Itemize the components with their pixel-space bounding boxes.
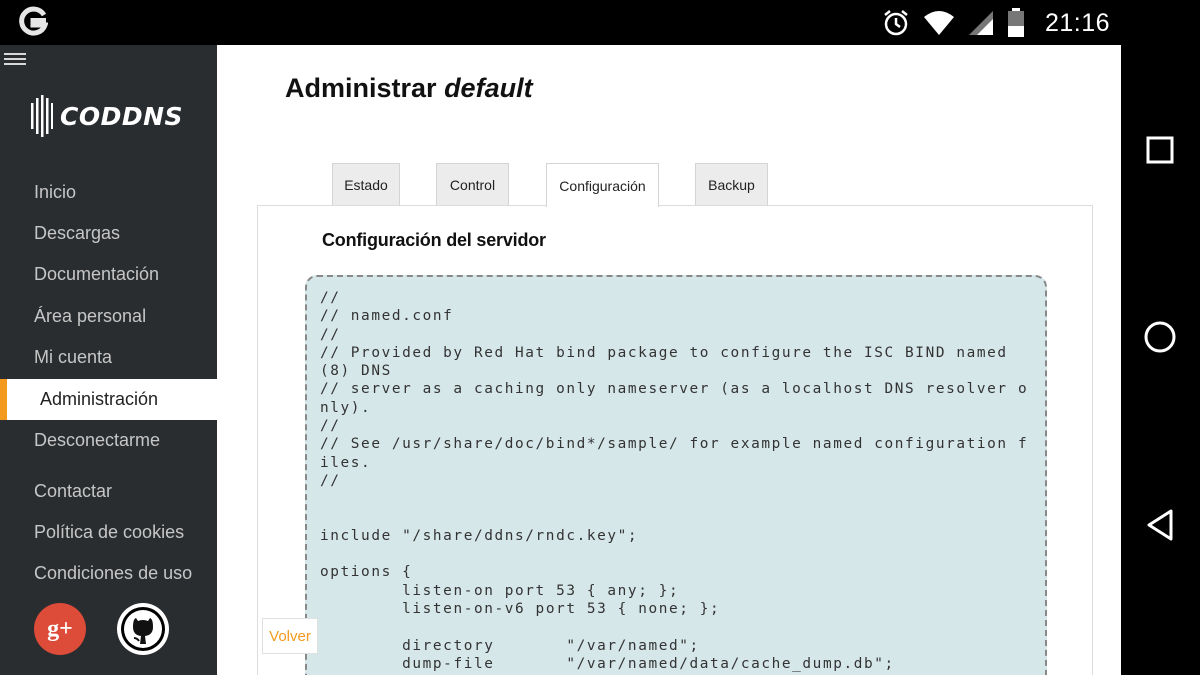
back-triangle-icon[interactable] (1140, 505, 1180, 545)
panel-title: Configuración del servidor (322, 230, 546, 250)
android-nav-bar (1120, 45, 1200, 675)
sidebar-item-administracion[interactable]: Administración (0, 379, 217, 420)
google-plus-icon[interactable]: g+ (34, 603, 86, 655)
page-title: Administrar default (285, 73, 533, 104)
alarm-icon (884, 10, 908, 36)
config-textarea[interactable]: // // named.conf // // Provided by Red H… (305, 275, 1047, 675)
status-time: 21:16 (1044, 8, 1110, 37)
github-icon[interactable] (117, 603, 169, 655)
tab-configuracion[interactable]: Configuración (546, 163, 659, 207)
hamburger-menu-icon[interactable] (4, 53, 26, 67)
coddns-bars-icon (31, 95, 53, 137)
sidebar-item-descargas[interactable]: Descargas (0, 213, 217, 254)
config-text: // // named.conf // // Provided by Red H… (320, 290, 1029, 672)
sidebar-item-condiciones-uso[interactable]: Condiciones de uso (0, 553, 217, 594)
back-button[interactable]: Volver (262, 618, 318, 654)
sidebar-item-contactar[interactable]: Contactar (0, 471, 217, 512)
battery-icon (1007, 8, 1024, 37)
main-content: Administrar default Estado Control Confi… (217, 45, 1121, 675)
sidebar-item-inicio[interactable]: Inicio (0, 172, 217, 213)
status-bar: 21:16 (0, 0, 1200, 45)
config-panel: Configuración del servidor // // named.c… (257, 205, 1093, 675)
home-circle-icon[interactable] (1140, 317, 1180, 357)
brand-name: CODDNS (60, 101, 184, 131)
sidebar-item-documentacion[interactable]: Documentación (0, 254, 217, 295)
sidebar-item-area-personal[interactable]: Área personal (0, 296, 217, 337)
tab-control[interactable]: Control (436, 163, 509, 206)
sidebar-item-politica-cookies[interactable]: Política de cookies (0, 512, 217, 553)
google-g-icon (19, 6, 48, 36)
sidebar-item-mi-cuenta[interactable]: Mi cuenta (0, 337, 217, 378)
page-title-prefix: Administrar (285, 73, 437, 103)
recents-square-icon[interactable] (1140, 130, 1180, 170)
brand-logo[interactable]: CODDNS (30, 95, 183, 137)
page-title-name: default (444, 73, 533, 103)
signal-icon (968, 11, 993, 35)
tab-estado[interactable]: Estado (332, 163, 400, 206)
sidebar-item-desconectarme[interactable]: Desconectarme (0, 420, 217, 461)
tab-backup[interactable]: Backup (695, 163, 768, 206)
sidebar: CODDNS Inicio Descargas Documentación Ár… (0, 45, 217, 675)
wifi-icon (923, 11, 954, 35)
